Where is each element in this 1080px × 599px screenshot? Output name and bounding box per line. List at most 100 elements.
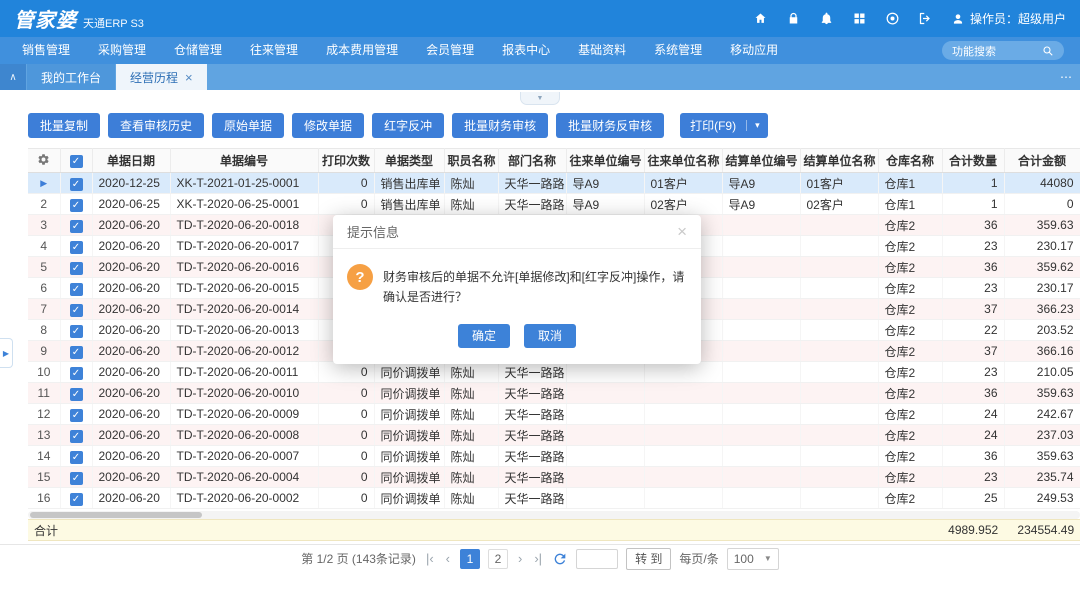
cell-dept: 天华一路路… [498,425,566,446]
column-header-amount[interactable]: 合计金额 [1004,149,1080,173]
print-button[interactable]: 打印(F9) ▾ [680,113,768,138]
next-page-icon[interactable]: › [516,551,524,566]
menu-item-members[interactable]: 会员管理 [412,37,488,64]
table-row[interactable]: 11 ✓ 2020-06-20 TD-T-2020-06-20-0010 0 同… [28,383,1080,404]
logout-icon[interactable] [918,11,933,26]
row-checkbox[interactable]: ✓ [60,404,92,425]
row-checkbox[interactable]: ✓ [60,194,92,215]
column-header-doc-type[interactable]: 单据类型 [374,149,444,173]
confirm-dialog: 提示信息 × ? 财务审核后的单据不允许[单据修改]和[红字反冲]操作，请确认是… [333,215,701,364]
cancel-button[interactable]: 取消 [524,324,576,348]
prev-page-icon[interactable]: ‹ [444,551,452,566]
column-header-dept[interactable]: 部门名称 [498,149,566,173]
row-checkbox[interactable]: ✓ [60,215,92,236]
cell-warehouse: 仓库2 [878,299,942,320]
row-checkbox[interactable]: ✓ [60,299,92,320]
tab-overflow-icon[interactable]: ⋯ [1052,64,1080,90]
table-row[interactable]: 2 ✓ 2020-06-25 XK-T-2020-06-25-0001 0 销售… [28,194,1080,215]
red-reversal-button[interactable]: 红字反冲 [372,113,444,138]
row-checkbox[interactable]: ✓ [60,488,92,509]
batch-finance-audit-button[interactable]: 批量财务审核 [452,113,548,138]
row-checkbox[interactable]: ✓ [60,173,92,194]
column-header-date[interactable]: 单据日期 [92,149,170,173]
horizontal-scrollbar-thumb[interactable] [30,512,202,518]
tab-close-icon[interactable]: × [185,71,193,84]
home-icon[interactable] [753,11,768,26]
column-header-partner-code[interactable]: 往来单位编号 [566,149,644,173]
menu-item-basedata[interactable]: 基础资料 [564,37,640,64]
view-audit-history-button[interactable]: 查看审核历史 [108,113,204,138]
print-dropdown-icon[interactable]: ▾ [746,120,768,131]
dialog-header: 提示信息 × [333,215,701,249]
row-checkbox[interactable]: ✓ [60,341,92,362]
tabs-collapse-icon[interactable]: ∧ [0,64,26,90]
table-row[interactable]: 15 ✓ 2020-06-20 TD-T-2020-06-20-0004 0 同… [28,467,1080,488]
menu-item-cost[interactable]: 成本费用管理 [312,37,412,64]
row-checkbox[interactable]: ✓ [60,425,92,446]
menu-item-sales[interactable]: 销售管理 [8,37,84,64]
menu-item-warehouse[interactable]: 仓储管理 [160,37,236,64]
menu-item-partners[interactable]: 往来管理 [236,37,312,64]
modify-doc-button[interactable]: 修改单据 [292,113,364,138]
column-header-warehouse[interactable]: 仓库名称 [878,149,942,173]
row-checkbox[interactable]: ✓ [60,467,92,488]
cell-print-count: 0 [318,173,374,194]
table-row[interactable]: ▶ ✓ 2020-12-25 XK-T-2021-01-25-0001 0 销售… [28,173,1080,194]
column-header-doc-no[interactable]: 单据编号 [170,149,318,173]
table-row[interactable]: 13 ✓ 2020-06-20 TD-T-2020-06-20-0008 0 同… [28,425,1080,446]
menu-item-reports[interactable]: 报表中心 [488,37,564,64]
cell-qty: 36 [942,446,1004,467]
confirm-button[interactable]: 确定 [458,324,510,348]
goto-page-input[interactable] [576,549,618,569]
column-header-settle-name[interactable]: 结算单位名称 [800,149,878,173]
column-header-partner-name[interactable]: 往来单位名称 [644,149,722,173]
per-page-select[interactable]: 100 ▼ [727,548,779,570]
apps-icon[interactable] [852,11,867,26]
filter-collapse-button[interactable]: ▼ [520,92,560,105]
tab-business-history[interactable]: 经营历程 × [116,64,207,90]
lock-icon[interactable] [786,11,801,26]
goto-page-button[interactable]: 转 到 [626,548,671,570]
table-row[interactable]: 10 ✓ 2020-06-20 TD-T-2020-06-20-0011 0 同… [28,362,1080,383]
last-page-icon[interactable]: ›| [532,551,544,566]
column-header-print-count[interactable]: 打印次数 [318,149,374,173]
table-row[interactable]: 16 ✓ 2020-06-20 TD-T-2020-06-20-0002 0 同… [28,488,1080,509]
batch-copy-button[interactable]: 批量复制 [28,113,100,138]
row-checkbox[interactable]: ✓ [60,383,92,404]
cell-partner-name [644,404,722,425]
row-checkbox[interactable]: ✓ [60,278,92,299]
column-header-qty[interactable]: 合计数量 [942,149,1004,173]
menu-item-purchase[interactable]: 采购管理 [84,37,160,64]
dialog-close-icon[interactable]: × [677,223,687,240]
row-checkbox[interactable]: ✓ [60,446,92,467]
table-row[interactable]: 12 ✓ 2020-06-20 TD-T-2020-06-20-0009 0 同… [28,404,1080,425]
row-checkbox[interactable]: ✓ [60,257,92,278]
row-checkbox[interactable]: ✓ [60,362,92,383]
page-button-2[interactable]: 2 [488,549,508,569]
column-settings-gear-icon[interactable] [28,149,60,173]
operator-menu[interactable]: 操作员：超级用户 [951,10,1066,27]
cell-dept: 天华一路路… [498,488,566,509]
cell-print-count: 0 [318,488,374,509]
first-page-icon[interactable]: |‹ [424,551,436,566]
row-index: 13 [28,425,60,446]
side-panel-toggle[interactable]: ▶ [0,338,13,368]
column-header-settle-code[interactable]: 结算单位编号 [722,149,800,173]
refresh-icon[interactable] [552,551,568,567]
row-checkbox[interactable]: ✓ [60,236,92,257]
menu-item-mobile[interactable]: 移动应用 [716,37,792,64]
menu-item-system[interactable]: 系统管理 [640,37,716,64]
column-header-staff[interactable]: 职员名称 [444,149,498,173]
page-button-1[interactable]: 1 [460,549,480,569]
batch-finance-unaudit-button[interactable]: 批量财务反审核 [556,113,664,138]
tab-workbench[interactable]: 我的工作台 [27,64,115,90]
row-checkbox[interactable]: ✓ [60,320,92,341]
cell-settle-code [722,299,800,320]
function-search[interactable]: 功能搜索 [942,41,1064,60]
original-doc-button[interactable]: 原始单据 [212,113,284,138]
table-row[interactable]: 14 ✓ 2020-06-20 TD-T-2020-06-20-0007 0 同… [28,446,1080,467]
service-icon[interactable] [885,11,900,26]
cell-partner-name: 01客户 [644,173,722,194]
select-all-checkbox[interactable]: ✓ [60,149,92,173]
bell-icon[interactable] [819,11,834,26]
